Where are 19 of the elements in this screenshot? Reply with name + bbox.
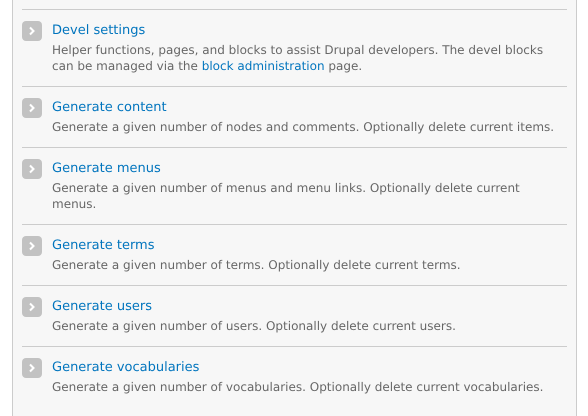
description: Generate a given number of users. Optionally delete current users. bbox=[52, 318, 457, 334]
chevron-right-icon bbox=[22, 98, 42, 118]
chevron-right-icon bbox=[22, 297, 42, 317]
page-link[interactable]: Generate content bbox=[52, 97, 167, 118]
chevron-right-icon bbox=[22, 236, 42, 256]
chevron-right-icon bbox=[22, 358, 42, 378]
block-administration-link[interactable]: block administration bbox=[202, 59, 325, 73]
description: Generate a given number of nodes and comments. Optionally delete current items. bbox=[52, 119, 556, 135]
description: Generate a given number of vocabularies. Optionally delete current vocabularies. bbox=[52, 379, 544, 395]
page-link[interactable]: Generate menus bbox=[52, 158, 161, 179]
chevron-right-icon bbox=[22, 21, 42, 41]
description: Generate a given number of menus and menu links. Optionally delete current menus. bbox=[52, 180, 521, 212]
page-link[interactable]: Generate terms bbox=[52, 235, 154, 256]
chevron-right-icon bbox=[22, 159, 42, 179]
page-link[interactable]: Generate vocabularies bbox=[52, 357, 200, 378]
description: Helper functions, pages, and blocks to assist Drupal developers. The devel blocks can be managed via the block administration page. bbox=[52, 42, 544, 74]
page-link[interactable]: Devel settings bbox=[52, 20, 146, 41]
page-link[interactable]: Generate users bbox=[52, 296, 152, 317]
description: Generate a given number of terms. Optionally delete current terms. bbox=[52, 257, 462, 273]
